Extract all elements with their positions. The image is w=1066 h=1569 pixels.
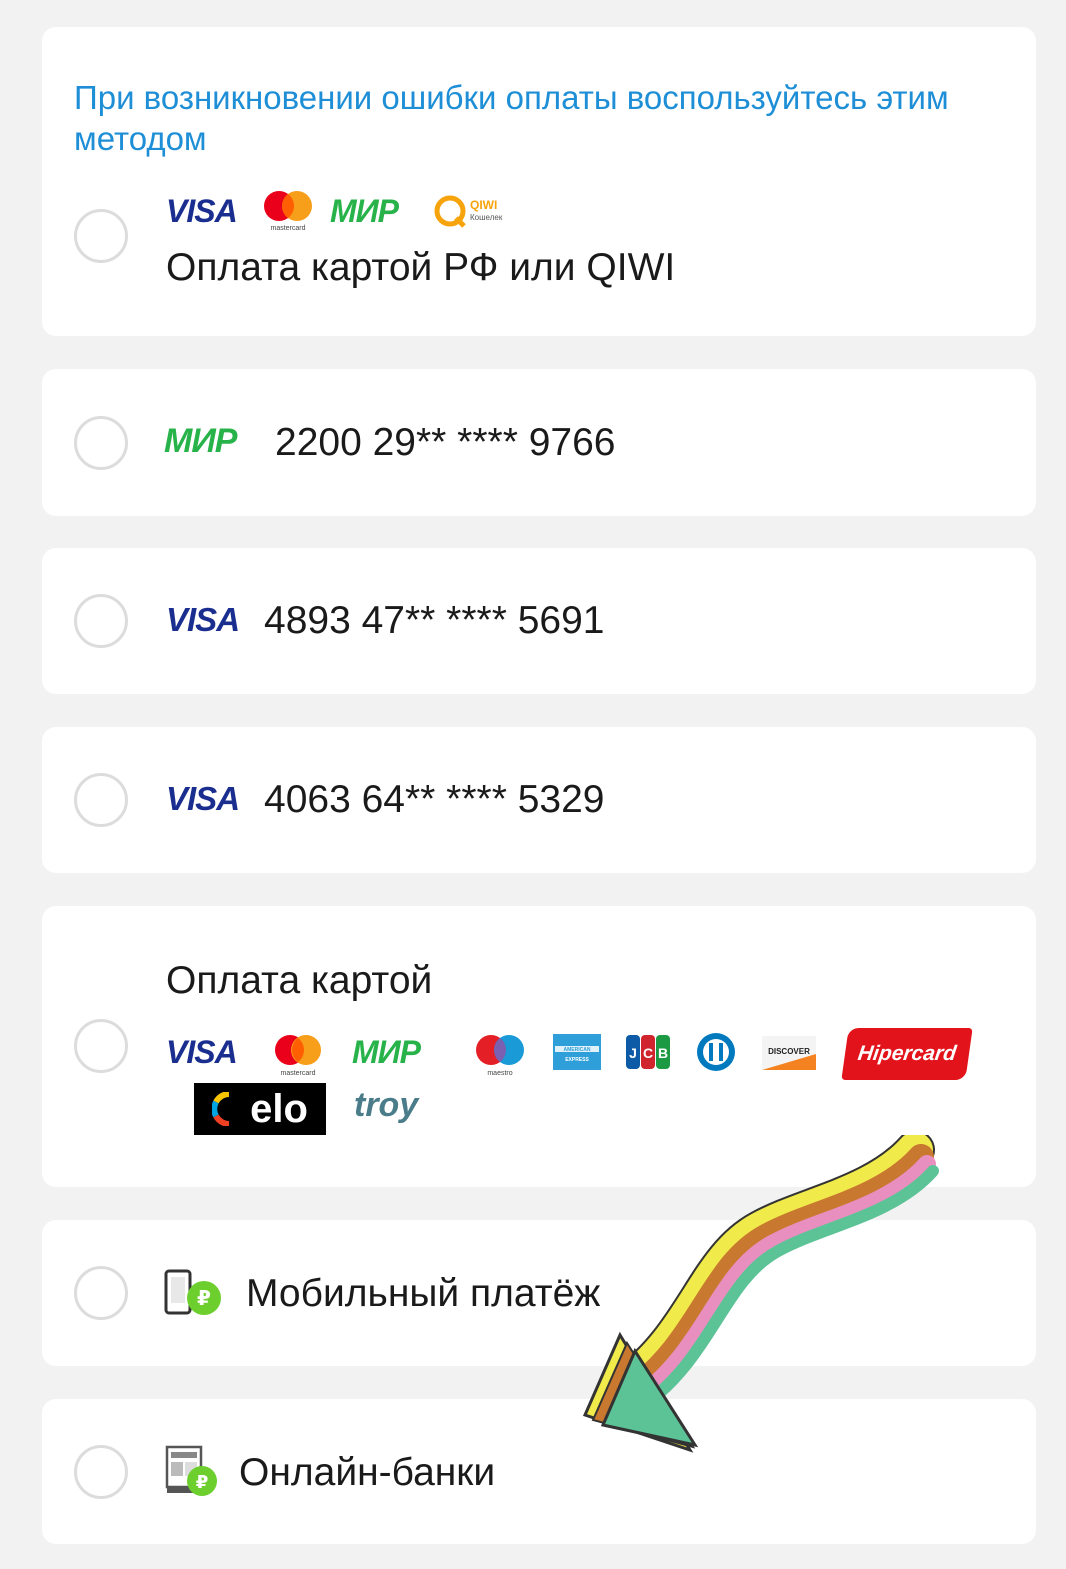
svg-text:EXPRESS: EXPRESS: [565, 1057, 589, 1063]
saved-card-mir[interactable]: МИР 2200 29** **** 9766: [42, 369, 1036, 516]
discover-logo-icon: DISCOVER: [762, 1036, 816, 1070]
american-express-logo-icon: AMERICAN EXPRESS: [553, 1034, 601, 1070]
radio-button[interactable]: [74, 773, 128, 827]
svg-text:C: C: [643, 1045, 653, 1061]
radio-button[interactable]: [74, 1019, 128, 1073]
svg-text:₽: ₽: [197, 1286, 211, 1310]
svg-text:J: J: [629, 1045, 637, 1061]
card-number-label: 4063 64** **** 5329: [264, 778, 605, 821]
elo-logo-icon: elo: [194, 1083, 326, 1135]
payment-method-label: Оплата картой: [166, 959, 433, 1002]
radio-button[interactable]: [74, 1445, 128, 1499]
saved-card-visa[interactable]: VISA 4063 64** **** 5329: [42, 727, 1036, 873]
jcb-logo-icon: J C B: [625, 1034, 671, 1070]
visa-logo-icon: VISA: [166, 1034, 238, 1070]
mir-logo-icon: МИР: [352, 1034, 421, 1070]
svg-text:mastercard: mastercard: [270, 225, 305, 232]
svg-text:DISCOVER: DISCOVER: [768, 1047, 810, 1056]
saved-card-visa[interactable]: VISA 4893 47** **** 5691: [42, 548, 1036, 694]
card-number-label: 4893 47** **** 5691: [264, 599, 605, 642]
mastercard-logo-icon: mastercard: [272, 1032, 324, 1078]
visa-logo-icon: VISA: [166, 780, 240, 817]
payment-method-label: Оплата картой РФ или QIWI: [166, 246, 676, 289]
mastercard-logo-icon: mastercard: [262, 189, 314, 233]
svg-text:Кошелек: Кошелек: [470, 213, 503, 222]
radio-button[interactable]: [74, 416, 128, 470]
svg-text:₽: ₽: [196, 1472, 209, 1493]
radio-button[interactable]: [74, 594, 128, 648]
svg-text:mastercard: mastercard: [280, 1070, 315, 1077]
troy-logo-icon: troy: [354, 1086, 419, 1124]
card-number-label: 2200 29** **** 9766: [275, 421, 616, 464]
decorative-arrow-icon: [575, 1130, 955, 1455]
mobile-payment-icon: ₽: [164, 1268, 226, 1320]
payment-method-label: Онлайн-банки: [239, 1451, 496, 1494]
payment-method-card-rf-qiwi[interactable]: При возникновении ошибки оплаты воспольз…: [42, 27, 1036, 336]
visa-logo-icon: VISA: [166, 193, 238, 229]
diners-club-logo-icon: [694, 1032, 738, 1072]
svg-text:maestro: maestro: [487, 1070, 512, 1077]
svg-text:B: B: [658, 1045, 668, 1061]
maestro-logo-icon: maestro: [472, 1032, 528, 1078]
qiwi-logo-icon: QIWI Кошелек: [434, 191, 514, 231]
radio-button[interactable]: [74, 209, 128, 263]
mir-logo-icon: МИР: [330, 193, 399, 229]
hipercard-logo-icon: Hipercard: [841, 1028, 973, 1080]
svg-text:AMERICAN: AMERICAN: [564, 1047, 591, 1053]
visa-logo-icon: VISA: [166, 601, 240, 638]
mir-logo-icon: МИР: [164, 422, 237, 460]
online-bank-icon: ₽: [164, 1443, 222, 1499]
error-hint-text: При возникновении ошибки оплаты воспольз…: [74, 79, 949, 157]
payment-method-label: Мобильный платёж: [246, 1272, 601, 1315]
svg-text:QIWI: QIWI: [470, 198, 497, 212]
radio-button[interactable]: [74, 1266, 128, 1320]
